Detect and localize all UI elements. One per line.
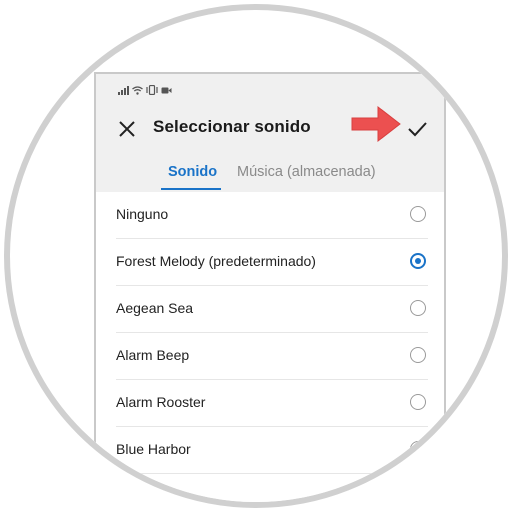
- sound-list: Ninguno Forest Melody (predeterminado) A…: [96, 192, 444, 474]
- radio-button[interactable]: [410, 300, 426, 316]
- radio-button[interactable]: [410, 206, 426, 222]
- list-item[interactable]: Aegean Sea: [116, 286, 428, 333]
- checkmark-icon[interactable]: [406, 118, 428, 140]
- radio-button[interactable]: [410, 347, 426, 363]
- radio-button[interactable]: [410, 394, 426, 410]
- tab-musica[interactable]: Música (almacenada): [237, 164, 376, 180]
- list-item-label: Forest Melody (predeterminado): [116, 253, 316, 269]
- signal-icon: [118, 85, 129, 95]
- list-item[interactable]: Alarm Beep: [116, 333, 428, 380]
- page-title: Seleccionar sonido: [153, 117, 311, 136]
- tab-sonido[interactable]: Sonido: [168, 164, 217, 180]
- camera-icon: [161, 86, 172, 95]
- list-item[interactable]: Forest Melody (predeterminado): [116, 239, 428, 286]
- circle-frame: Seleccionar sonido Sonido Música (almace…: [4, 4, 508, 508]
- list-item[interactable]: Blue Harbor: [116, 427, 428, 474]
- radio-button-selected[interactable]: [410, 253, 426, 269]
- app-header: Seleccionar sonido Sonido Música (almace…: [96, 72, 444, 192]
- close-icon[interactable]: [116, 118, 138, 140]
- list-item-label: Alarm Rooster: [116, 394, 206, 410]
- tab-active-indicator: [161, 188, 221, 190]
- list-item-label: Alarm Beep: [116, 347, 190, 363]
- tab-bar: Sonido Música (almacenada): [96, 164, 444, 192]
- list-item-label: Ninguno: [116, 206, 169, 222]
- list-item[interactable]: Alarm Rooster: [116, 380, 428, 427]
- list-item[interactable]: Ninguno: [116, 192, 428, 239]
- status-bar: [118, 84, 172, 96]
- wifi-icon: [132, 85, 143, 95]
- list-item-label: Aegean Sea: [116, 300, 194, 316]
- phone-screen: Seleccionar sonido Sonido Música (almace…: [94, 72, 446, 502]
- radio-button[interactable]: [410, 441, 426, 457]
- list-item-label: Blue Harbor: [116, 441, 191, 457]
- arrow-right-icon: [350, 104, 404, 149]
- vibrate-icon: [146, 85, 158, 95]
